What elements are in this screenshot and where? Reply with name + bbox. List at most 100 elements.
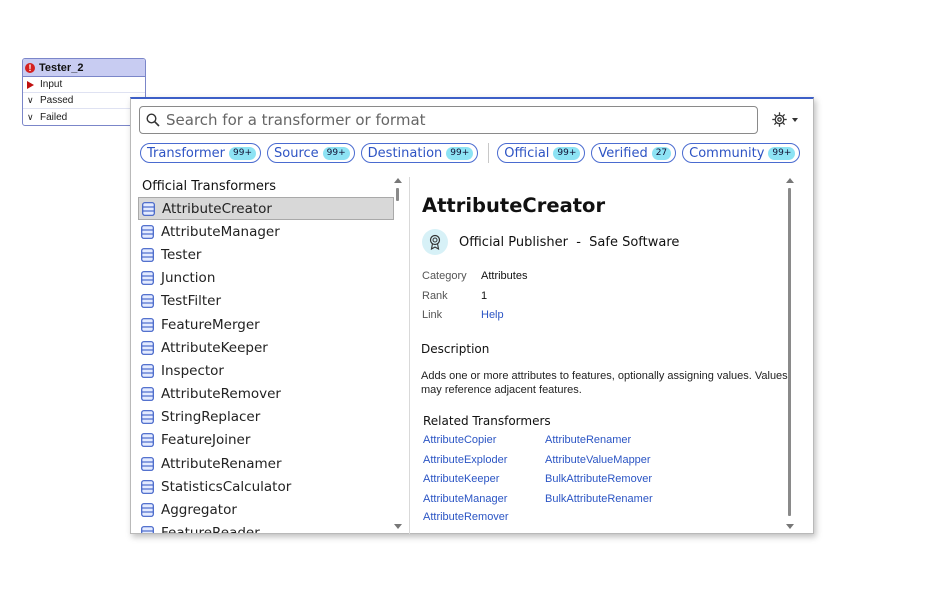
transformer-icon — [141, 294, 154, 309]
transformer-icon — [141, 433, 154, 448]
list-item[interactable]: TestFilter — [138, 290, 394, 313]
meta-value-rank: 1 — [481, 290, 488, 302]
chip-label: Community — [689, 145, 765, 161]
filter-destination[interactable]: Destination 99+ — [360, 143, 479, 163]
scrollbar-thumb[interactable] — [788, 188, 791, 516]
chip-count: 99+ — [229, 146, 257, 160]
meta-value-category: Attributes — [481, 270, 528, 282]
node-title: Tester_2 — [39, 61, 84, 74]
transformer-icon — [141, 317, 154, 332]
list-item[interactable]: FeatureMerger — [138, 313, 394, 336]
detail-scrollbar[interactable] — [785, 177, 795, 533]
list-item[interactable]: AttributeKeeper — [138, 336, 394, 359]
filter-chips: Transformer 99+ Source 99+ Destination 9… — [140, 142, 806, 164]
filter-community[interactable]: Community 99+ — [682, 143, 801, 163]
transformer-list: Official Transformers AttributeCreator At… — [138, 177, 404, 533]
related-link[interactable]: AttributeValueMapper — [545, 454, 651, 466]
transformer-icon — [141, 503, 154, 517]
quick-add-dialog: Transformer 99+ Source 99+ Destination 9… — [130, 97, 814, 534]
related-link[interactable]: AttributeKeeper — [423, 473, 499, 485]
passed-port[interactable]: ∨ Passed — [23, 93, 145, 109]
scroll-down-icon[interactable] — [394, 524, 402, 529]
transformer-details: AttributeCreator Official Publisher - Sa… — [419, 177, 797, 533]
list-item-label: Junction — [161, 270, 216, 287]
list-scrollbar[interactable] — [393, 177, 403, 533]
scroll-up-icon[interactable] — [394, 178, 402, 183]
failed-port[interactable]: ∨ Failed — [23, 109, 145, 125]
list-item[interactable]: FeatureJoiner — [138, 429, 394, 452]
meta-key-category: Category — [422, 270, 467, 282]
error-icon: ! — [25, 62, 35, 73]
list-item[interactable]: AttributeCreator — [138, 197, 394, 221]
list-item[interactable]: StringReplacer — [138, 406, 394, 429]
filter-transformer[interactable]: Transformer 99+ — [140, 143, 262, 163]
transformer-icon — [141, 456, 154, 471]
list-item[interactable]: Inspector — [138, 359, 394, 382]
list-item-label: Tester — [161, 246, 202, 263]
list-item-label: FeatureMerger — [161, 316, 260, 333]
node-header[interactable]: ! Tester_2 — [23, 59, 145, 77]
chevron-down-icon: ∨ — [27, 111, 34, 122]
list-item[interactable]: StatisticsCalculator — [138, 475, 394, 498]
transformer-icon — [141, 479, 154, 494]
filter-verified[interactable]: Verified 27 — [591, 143, 677, 163]
related-link[interactable]: AttributeManager — [423, 493, 507, 505]
input-port-icon — [27, 80, 34, 89]
search-box[interactable] — [139, 106, 758, 134]
chip-label: Transformer — [147, 145, 226, 161]
list-item[interactable]: Junction — [138, 267, 394, 290]
settings-menu-button[interactable] — [771, 111, 798, 128]
list-item[interactable]: AttributeRemover — [138, 383, 394, 406]
related-link[interactable]: AttributeRenamer — [545, 434, 631, 446]
tester-node[interactable]: ! Tester_2 Input ∨ Passed ∨ Failed — [22, 58, 146, 126]
description-text: Adds one or more attributes to features,… — [421, 370, 788, 396]
pane-divider[interactable] — [409, 177, 410, 534]
scroll-down-icon[interactable] — [786, 524, 794, 529]
transformer-icon — [141, 340, 154, 355]
input-port[interactable]: Input — [23, 77, 145, 93]
search-icon — [146, 113, 160, 127]
list-item-label: AttributeCreator — [162, 200, 272, 217]
related-link[interactable]: AttributeCopier — [423, 434, 496, 446]
list-item[interactable]: Aggregator — [138, 498, 394, 521]
related-heading: Related Transformers — [423, 414, 551, 428]
port-label: Input — [40, 79, 63, 90]
list-items: AttributeCreator AttributeManager Tester Ju… — [138, 197, 394, 533]
transformer-icon — [141, 410, 154, 425]
related-link[interactable]: AttributeExploder — [423, 454, 507, 466]
chip-count: 27 — [651, 146, 672, 160]
transformer-icon — [141, 364, 154, 378]
scroll-up-icon[interactable] — [786, 178, 794, 183]
list-item[interactable]: AttributeRenamer — [138, 452, 394, 475]
filter-official[interactable]: Official 99+ — [497, 143, 586, 163]
chip-divider — [488, 143, 490, 163]
chevron-down-icon: ∨ — [27, 95, 34, 105]
list-item[interactable]: AttributeManager — [138, 220, 394, 243]
filter-source[interactable]: Source 99+ — [267, 143, 355, 163]
related-link[interactable]: AttributeRemover — [423, 511, 509, 523]
related-link[interactable]: BulkAttributeRemover — [545, 473, 652, 485]
list-item-label: FeatureJoiner — [161, 432, 251, 449]
chip-label: Verified — [598, 145, 648, 161]
search-input[interactable] — [166, 111, 726, 129]
related-link[interactable]: BulkAttributeRenamer — [545, 493, 653, 505]
chip-label: Source — [274, 145, 319, 161]
list-item[interactable]: FeatureReader — [138, 522, 394, 533]
chip-label: Official — [504, 145, 550, 161]
description-heading: Description — [421, 342, 490, 356]
chip-count: 99+ — [322, 146, 350, 160]
list-item-label: AttributeKeeper — [161, 339, 268, 356]
meta-key-rank: Rank — [422, 290, 448, 302]
chip-count: 99+ — [768, 146, 796, 160]
port-label: Failed — [40, 111, 68, 123]
detail-title: AttributeCreator — [422, 194, 606, 217]
transformer-icon — [141, 526, 154, 533]
chip-count: 99+ — [446, 146, 474, 160]
list-item[interactable]: Tester — [138, 243, 394, 266]
scrollbar-thumb[interactable] — [396, 188, 399, 201]
port-label: Passed — [40, 95, 74, 106]
list-item-label: Aggregator — [161, 502, 237, 519]
chevron-down-icon — [792, 117, 798, 122]
help-link[interactable]: Help — [481, 309, 504, 321]
list-item-label: AttributeRemover — [161, 386, 281, 403]
